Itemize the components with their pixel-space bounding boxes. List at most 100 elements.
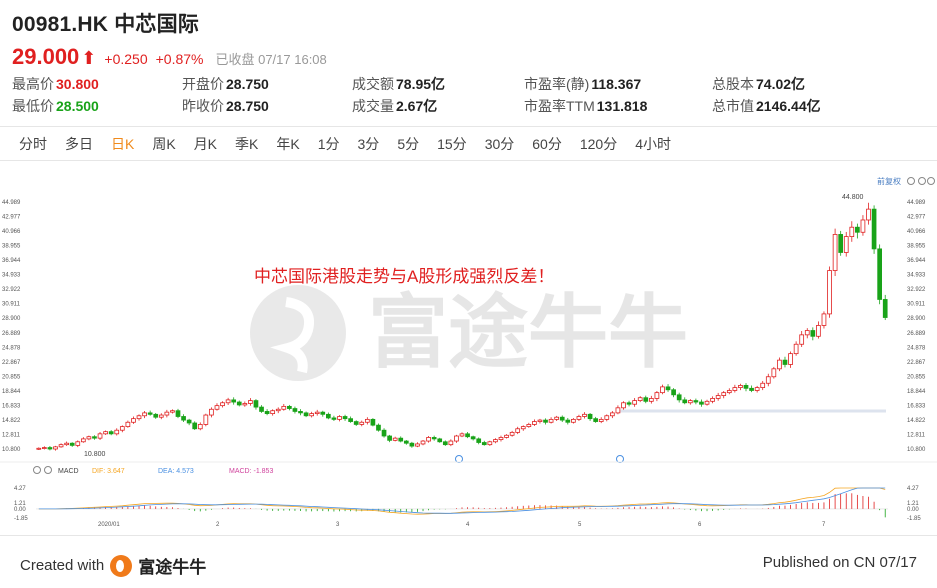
candle-body bbox=[97, 433, 103, 439]
y-tick-label-left: 36.944 bbox=[2, 258, 21, 264]
restore-label[interactable]: 前复权 bbox=[877, 176, 901, 186]
tab-4[interactable]: 月K bbox=[185, 131, 226, 157]
macd-value-label: MACD: -1.853 bbox=[229, 468, 273, 475]
candle-body bbox=[192, 422, 198, 430]
tab-11[interactable]: 30分 bbox=[476, 131, 524, 157]
tab-7[interactable]: 1分 bbox=[309, 131, 349, 157]
event-marker-icon[interactable] bbox=[455, 455, 463, 463]
refresh-icon[interactable] bbox=[918, 177, 926, 185]
settings-icon[interactable] bbox=[907, 177, 915, 185]
indicator-settings-icon[interactable] bbox=[33, 466, 41, 474]
candle-body bbox=[637, 397, 643, 401]
candle-body bbox=[548, 418, 554, 423]
y-tick-label-left: 26.889 bbox=[2, 331, 21, 337]
fullscreen-icon[interactable] bbox=[927, 177, 935, 185]
y-tick-label-left: 22.867 bbox=[2, 360, 21, 366]
candle-body bbox=[69, 442, 75, 446]
candle-body bbox=[431, 437, 437, 440]
macd-tick-label-left: 0.00 bbox=[14, 507, 26, 513]
tab-2[interactable]: 日K bbox=[102, 131, 143, 157]
candle-body bbox=[838, 234, 844, 253]
candle-body bbox=[415, 443, 420, 447]
chart-annotation: 中芯国际港股走势与A股形成强烈反差！ bbox=[254, 267, 554, 286]
stat-total-shares: 总股本 74.02亿 bbox=[712, 76, 806, 92]
candle-body bbox=[821, 313, 827, 326]
candle-body bbox=[676, 394, 682, 401]
y-tick-label-left: 24.878 bbox=[2, 345, 21, 351]
last-price: 29.000 bbox=[12, 44, 80, 69]
candle-body bbox=[526, 424, 532, 428]
candle-body bbox=[704, 400, 710, 405]
candle-body bbox=[660, 386, 665, 394]
candle-body bbox=[515, 428, 521, 433]
candle-body bbox=[493, 439, 498, 443]
indicator-close-icon[interactable] bbox=[44, 466, 52, 474]
candle-body bbox=[882, 299, 888, 318]
candle-body bbox=[103, 431, 108, 435]
tab-10[interactable]: 15分 bbox=[428, 131, 476, 157]
price-change-percent: +0.87% bbox=[155, 51, 204, 67]
kline-chart[interactable]: 富途牛牛 前复权 中芯国际港股走势与A股形成强烈反差！ 44.989 44.989… bbox=[0, 170, 937, 530]
candle-body bbox=[292, 408, 298, 412]
macd-name[interactable]: MACD bbox=[58, 468, 79, 475]
candle-body bbox=[843, 236, 849, 253]
candle-body bbox=[281, 405, 287, 410]
stat-market-cap: 总市值 2146.44亿 bbox=[712, 98, 821, 114]
tab-13[interactable]: 120分 bbox=[571, 131, 626, 157]
macd-tick-label: -1.85 bbox=[907, 516, 921, 522]
tab-6[interactable]: 年K bbox=[267, 131, 308, 157]
candle-body bbox=[47, 447, 53, 450]
stat-low: 最低价 28.500 bbox=[12, 98, 99, 114]
candle-body bbox=[231, 399, 237, 403]
up-arrow-icon: ⬆ bbox=[81, 48, 97, 68]
candle-body bbox=[593, 418, 598, 422]
tab-9[interactable]: 5分 bbox=[388, 131, 428, 157]
candle-body bbox=[693, 400, 699, 403]
candle-body bbox=[114, 429, 120, 435]
candle-body bbox=[80, 438, 86, 443]
y-tick-label: 36.944 bbox=[907, 258, 926, 264]
candle-body bbox=[654, 392, 660, 399]
candle-body bbox=[275, 408, 281, 412]
footer: Created with 富途牛牛 Published on CN 07/17 bbox=[0, 545, 937, 588]
y-tick-label-left: 18.844 bbox=[2, 389, 21, 395]
candle-body bbox=[498, 437, 504, 441]
y-tick-label: 12.811 bbox=[907, 432, 926, 438]
low-marker: 10.800 bbox=[84, 451, 106, 458]
candle-body bbox=[337, 416, 342, 420]
candle-body bbox=[687, 400, 693, 404]
candle-body bbox=[632, 400, 637, 405]
candle-body bbox=[170, 410, 175, 413]
candle-body bbox=[754, 387, 760, 391]
candle-body bbox=[220, 402, 225, 407]
x-tick-label: 3 bbox=[336, 522, 340, 528]
x-tick-label: 2 bbox=[216, 522, 220, 528]
candle-body bbox=[793, 343, 799, 355]
tab-14[interactable]: 4小时 bbox=[626, 131, 680, 157]
candle-body bbox=[470, 436, 476, 440]
tab-12[interactable]: 60分 bbox=[523, 131, 571, 157]
candle-body bbox=[520, 426, 526, 430]
candle-body bbox=[732, 387, 738, 391]
candle-body bbox=[158, 414, 164, 418]
event-marker-icon[interactable] bbox=[616, 455, 624, 463]
tab-3[interactable]: 周K bbox=[143, 131, 184, 157]
candle-body bbox=[621, 402, 626, 409]
y-tick-label-left: 42.977 bbox=[2, 215, 21, 221]
candle-body bbox=[454, 435, 459, 442]
macd-tick-label: 4.27 bbox=[907, 486, 919, 492]
candle-body bbox=[209, 408, 214, 416]
tab-1[interactable]: 多日 bbox=[56, 131, 102, 157]
candle-body bbox=[671, 389, 676, 396]
published-info: Published on CN 07/17 bbox=[762, 554, 917, 571]
stock-title: 00981.HK 中芯国际 bbox=[12, 13, 199, 36]
tab-8[interactable]: 3分 bbox=[349, 131, 389, 157]
candle-body bbox=[799, 334, 805, 345]
price-row: 29.000 ⬆ +0.250 +0.87% 已收盘 07/17 16:08 bbox=[12, 44, 327, 70]
tab-5[interactable]: 季K bbox=[226, 131, 267, 157]
stat-volume: 成交量 2.67亿 bbox=[352, 98, 438, 114]
tab-0[interactable]: 分时 bbox=[10, 131, 56, 157]
candle-body bbox=[782, 359, 788, 365]
y-tick-label-left: 10.800 bbox=[2, 447, 21, 453]
y-tick-label-left: 30.911 bbox=[2, 302, 21, 308]
